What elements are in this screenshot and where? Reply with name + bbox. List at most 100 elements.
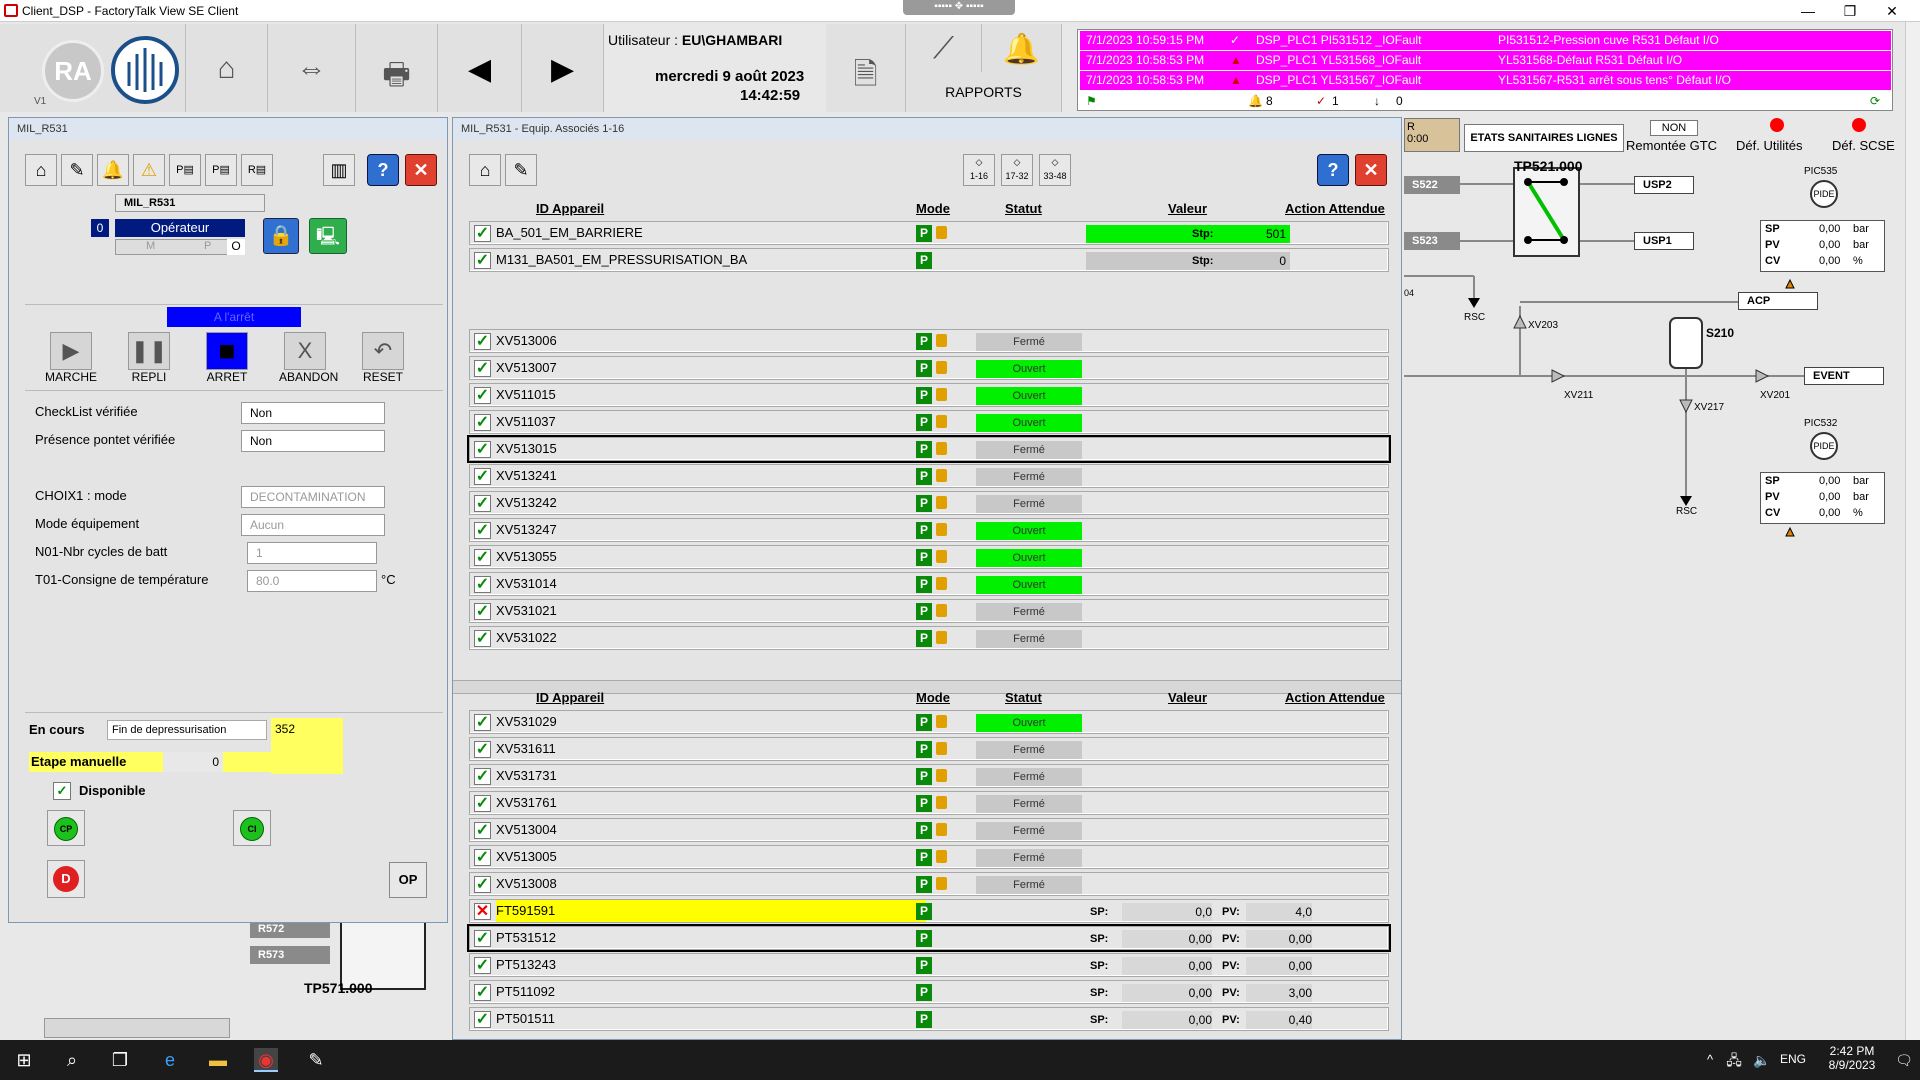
alarm-row[interactable]: 7/1/2023 10:59:15 PM ✓ DSP_PLC1 PI531512… xyxy=(1080,31,1891,50)
maximize-button[interactable]: ❐ xyxy=(1830,2,1870,20)
table-row[interactable]: ✓ XV511015 P Ouvert xyxy=(469,383,1389,407)
table-row[interactable]: ✓ XV513247 P Ouvert xyxy=(469,518,1389,542)
pic532-controller[interactable]: PIDE xyxy=(1810,432,1838,460)
bell-button[interactable]: 🔔 xyxy=(982,24,1062,72)
lock-button[interactable]: 🔒 xyxy=(263,218,299,254)
close-window-button[interactable]: ✕ xyxy=(405,154,437,186)
page-1-16-button[interactable]: ◇ 1-16 xyxy=(963,154,995,186)
choix1-field[interactable]: DECONTAMINATION xyxy=(241,486,385,508)
table-row[interactable]: ✓ XV513241 P Fermé xyxy=(469,464,1389,488)
home-tool-button[interactable]: ⌂ xyxy=(25,154,57,186)
table-row[interactable]: ✓ XV511037 P Ouvert xyxy=(469,410,1389,434)
windows-start-icon[interactable]: ⊞ xyxy=(12,1048,36,1072)
reset-button[interactable]: ↶ RESET xyxy=(357,332,409,384)
flag-icon[interactable]: ⚑ xyxy=(1086,92,1097,110)
help-button[interactable]: ? xyxy=(1317,154,1349,186)
xv217-label[interactable]: XV217 xyxy=(1694,402,1724,413)
internet-explorer-icon[interactable]: e xyxy=(158,1048,182,1072)
help-button[interactable]: ? xyxy=(367,154,399,186)
event-tag[interactable]: EVENT xyxy=(1804,367,1884,385)
table-row[interactable]: ✓ XV531021 P Fermé xyxy=(469,599,1389,623)
factorytalk-app-icon[interactable]: ◉ xyxy=(254,1048,278,1072)
notification-icon[interactable]: 🗨 xyxy=(1892,1048,1916,1072)
reports-button[interactable]: RAPPORTS xyxy=(906,72,1062,112)
edit-tool-button[interactable]: ✎ xyxy=(505,154,537,186)
xv203-label[interactable]: XV203 xyxy=(1528,320,1558,331)
s523-tag[interactable]: S523 xyxy=(1404,232,1460,250)
table-row[interactable]: ✓ BA_501_EM_BARRIERE P Stp: 501 xyxy=(469,221,1389,245)
computer-button[interactable]: 🖳 xyxy=(309,218,347,254)
close-window-button[interactable]: ✕ xyxy=(1355,154,1387,186)
table-row[interactable]: ✓ PT501511 P SP: 0,00 PV: 0,40 xyxy=(469,1007,1389,1031)
tool-app-icon[interactable]: ✎ xyxy=(304,1048,328,1072)
close-button[interactable]: ✕ xyxy=(1872,2,1912,20)
table-row[interactable]: ✓ XV531761 P Fermé xyxy=(469,791,1389,815)
warning-tool-button[interactable]: ⚠ xyxy=(133,154,165,186)
repli-button[interactable]: ❚❚ REPLI xyxy=(123,332,175,384)
search-icon[interactable]: ⌕ xyxy=(60,1048,84,1072)
tray-chevron-icon[interactable]: ^ xyxy=(1698,1048,1722,1072)
file-explorer-icon[interactable]: ▬ xyxy=(206,1048,230,1072)
disponible-checkbox[interactable]: ✓ xyxy=(53,782,71,800)
refresh-icon[interactable]: ⟳ xyxy=(1870,92,1880,110)
xv201-label[interactable]: XV201 xyxy=(1760,390,1790,401)
navigate-button[interactable]: ⇔ xyxy=(268,24,356,112)
home-button[interactable]: ⌂ xyxy=(186,24,268,112)
table-row[interactable]: ✓ XV513055 P Ouvert xyxy=(469,545,1389,569)
alarm-row[interactable]: 7/1/2023 10:58:53 PM ▲ DSP_PLC1 YL531567… xyxy=(1080,71,1891,90)
print-button[interactable]: 🖶 xyxy=(356,24,438,112)
cp-button[interactable]: CP xyxy=(47,810,85,846)
page-17-32-button[interactable]: ◇ 17-32 xyxy=(1001,154,1033,186)
table-row[interactable]: ✓ PT513243 P SP: 0,00 PV: 0,00 xyxy=(469,953,1389,977)
table-row[interactable]: ✓ XV531022 P Fermé xyxy=(469,626,1389,650)
parameters-tool-button[interactable]: P▤ xyxy=(169,154,201,186)
report-tool-button[interactable]: R▤ xyxy=(241,154,273,186)
previous-button[interactable]: ◀ xyxy=(438,24,522,112)
network-icon[interactable]: 🖧 xyxy=(1722,1048,1746,1072)
d-button[interactable]: D xyxy=(47,860,85,898)
table-row[interactable]: ✕ FT591591 P SP: 0,0 PV: 4,0 xyxy=(469,899,1389,923)
table-row[interactable]: ✓ XV513242 P Fermé xyxy=(469,491,1389,515)
checklist-field[interactable]: Non xyxy=(241,402,385,424)
document-button[interactable]: 🗎 xyxy=(826,24,906,112)
mode-equipement-field[interactable]: Aucun xyxy=(241,514,385,536)
usp2-tag[interactable]: USP2 xyxy=(1634,176,1694,194)
clock[interactable]: 2:42 PM 8/9/2023 xyxy=(1822,1044,1882,1072)
columns-tool-button[interactable]: ▥ xyxy=(323,154,355,186)
trend-button[interactable]: ⟋ xyxy=(906,24,982,72)
table-row[interactable]: ✓ M131_BA501_EM_PRESSURISATION_BA P Stp:… xyxy=(469,248,1389,272)
n01-field[interactable]: 1 xyxy=(247,542,377,564)
table-row[interactable]: ✓ PT511092 P SP: 0,00 PV: 3,00 xyxy=(469,980,1389,1004)
s522-tag[interactable]: S522 xyxy=(1404,176,1460,194)
page-33-48-button[interactable]: ◇ 33-48 xyxy=(1039,154,1071,186)
table-row[interactable]: ✓ XV531611 P Fermé xyxy=(469,737,1389,761)
minimize-button[interactable]: — xyxy=(1788,2,1828,20)
volume-icon[interactable]: 🔈 xyxy=(1750,1048,1774,1072)
mode-selector[interactable]: M P xyxy=(115,239,245,255)
ci-button[interactable]: CI xyxy=(233,810,271,846)
table-row[interactable]: ✓ XV531731 P Fermé xyxy=(469,764,1389,788)
op-button[interactable]: OP xyxy=(389,862,427,898)
trend-tool-button[interactable]: P▤ xyxy=(205,154,237,186)
table-row[interactable]: ✓ XV513006 P Fermé xyxy=(469,329,1389,353)
marche-button[interactable]: ▶ MARCHE xyxy=(45,332,97,384)
top-menu-handle[interactable]: ▪▪▪▪▪ ✥ ▪▪▪▪▪ xyxy=(903,0,1015,15)
abandon-button[interactable]: X ABANDON xyxy=(279,332,338,384)
edit-tool-button[interactable]: ✎ xyxy=(61,154,93,186)
task-view-icon[interactable]: ❐ xyxy=(108,1048,132,1072)
t01-field[interactable]: 80.0 xyxy=(247,570,377,592)
table-row[interactable]: ✓ XV531014 P Ouvert xyxy=(469,572,1389,596)
usp1-tag[interactable]: USP1 xyxy=(1634,232,1694,250)
vertical-scrollbar[interactable] xyxy=(1905,22,1920,1040)
table-row[interactable]: ✓ XV513015 P Fermé xyxy=(467,435,1391,463)
table-row[interactable]: ✓ XV531029 P Ouvert xyxy=(469,710,1389,734)
r573-tag[interactable]: R573 xyxy=(250,946,330,964)
bell-tool-button[interactable]: 🔔 xyxy=(97,154,129,186)
home-tool-button[interactable]: ⌂ xyxy=(469,154,501,186)
next-button[interactable]: ▶ xyxy=(522,24,604,112)
alarm-row[interactable]: 7/1/2023 10:58:53 PM ▲ DSP_PLC1 YL531568… xyxy=(1080,51,1891,70)
acp-tag[interactable]: ACP xyxy=(1738,292,1818,310)
pontet-field[interactable]: Non xyxy=(241,430,385,452)
table-row[interactable]: ✓ XV513008 P Fermé xyxy=(469,872,1389,896)
table-row[interactable]: ✓ XV513004 P Fermé xyxy=(469,818,1389,842)
